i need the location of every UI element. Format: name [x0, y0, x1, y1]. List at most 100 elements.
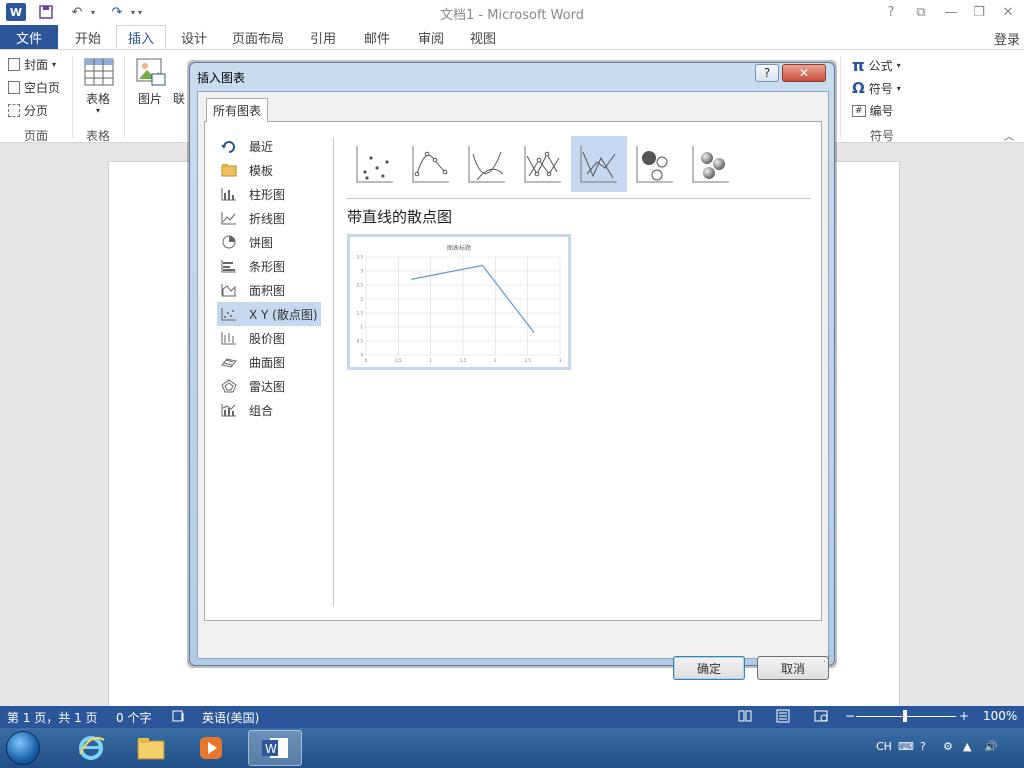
equation-button[interactable]: π 公式 ▾: [852, 56, 901, 75]
ie-icon[interactable]: [64, 730, 118, 766]
bubble-3d-icon: [692, 146, 729, 183]
omega-icon: Ω: [852, 79, 865, 97]
close-window-icon[interactable]: ✕: [997, 2, 1019, 22]
tab-layout[interactable]: 页面布局: [222, 25, 294, 49]
read-mode-icon[interactable]: [738, 709, 752, 726]
chart-type-label: X Y (散点图): [249, 307, 318, 322]
cover-page-icon: [8, 58, 20, 71]
blank-page-label: 空白页: [24, 81, 61, 95]
start-button[interactable]: [6, 731, 40, 765]
tab-insert[interactable]: 插入: [116, 25, 166, 50]
web-layout-icon[interactable]: [814, 709, 828, 726]
pie-chart-icon: [221, 235, 237, 249]
minimize-icon[interactable]: —: [940, 2, 962, 22]
cancel-button[interactable]: 取消: [757, 656, 829, 680]
combo-chart-icon: [221, 403, 237, 417]
show-hidden-icons-icon[interactable]: ▲: [963, 740, 971, 753]
chart-type-line[interactable]: 折线图: [217, 206, 321, 230]
preview-x-tick-label: 0: [365, 358, 368, 363]
page-count[interactable]: 第 1 页，共 1 页: [7, 709, 98, 726]
subtype-straight-lines[interactable]: [571, 136, 627, 192]
subtype-straight-lines-markers[interactable]: [515, 136, 571, 192]
chart-type-area[interactable]: 面积图: [217, 278, 321, 302]
chart-type-surface[interactable]: 曲面图: [217, 350, 321, 374]
tab-all-charts[interactable]: 所有图表: [206, 98, 268, 122]
chart-type-label: 组合: [249, 403, 274, 418]
tab-design[interactable]: 设计: [170, 25, 218, 49]
explorer-icon[interactable]: [124, 730, 178, 766]
list-divider: [333, 138, 334, 606]
zoom-in-button[interactable]: +: [959, 709, 969, 723]
chart-type-recent[interactable]: 最近: [217, 134, 321, 158]
settings-tray-icon[interactable]: ⚙: [943, 740, 953, 753]
chevron-down-icon: ▾: [52, 60, 57, 69]
cover-page-button[interactable]: 封面 ▾: [8, 56, 56, 73]
picture-icon[interactable]: [136, 58, 166, 86]
window-title: 文档1 - Microsoft Word: [440, 8, 584, 23]
line-chart-icon: [221, 211, 237, 225]
tab-references[interactable]: 引用: [298, 25, 348, 49]
keyboard-icon[interactable]: ⌨: [898, 740, 914, 753]
chart-type-templates[interactable]: 模板: [217, 158, 321, 182]
tab-file[interactable]: 文件: [0, 25, 58, 49]
zoom-out-button[interactable]: −: [845, 709, 855, 723]
chart-type-stock[interactable]: 股价图: [217, 326, 321, 350]
table-button[interactable]: 表格: [86, 90, 110, 107]
tab-panel: 最近 模板 柱形图 折线图 饼图 条形图 面积图 X Y (散点图) 股价图 曲…: [204, 121, 822, 621]
help-tray-icon[interactable]: ?: [920, 740, 926, 753]
ok-button[interactable]: 确定: [673, 656, 745, 680]
online-picture-button[interactable]: 联: [173, 90, 185, 107]
dialog-help-button[interactable]: ?: [755, 64, 779, 82]
zoom-level[interactable]: 100%: [983, 709, 1017, 723]
chart-type-bar[interactable]: 条形图: [217, 254, 321, 278]
restore-icon[interactable]: ❐: [968, 2, 990, 22]
tab-review[interactable]: 审阅: [406, 25, 456, 49]
pi-icon: π: [852, 56, 865, 75]
preview-x-tick-label: 2.5: [524, 358, 531, 363]
subtype-smooth-lines-markers[interactable]: [403, 136, 459, 192]
chart-preview[interactable]: 图表标题 0 0.5 1 1.5 2 2.5 3 3.5 0 0.5 1 1.5 2 2.5 3: [347, 234, 571, 370]
chart-type-radar[interactable]: 雷达图: [217, 374, 321, 398]
proofing-icon[interactable]: [172, 709, 186, 726]
zoom-slider-thumb[interactable]: [903, 710, 907, 722]
straight-line-markers-icon: [524, 146, 561, 183]
page-break-button[interactable]: 分页: [8, 102, 48, 119]
input-language[interactable]: CH: [876, 740, 892, 753]
scatter-chart-icon: [221, 307, 237, 321]
ribbon-display-icon[interactable]: ⧉: [910, 2, 932, 22]
subtype-smooth-lines[interactable]: [459, 136, 515, 192]
dialog-body: 所有图表 最近 模板 柱形图 折线图 饼图 条形图 面积图 X Y (散点图) …: [197, 91, 829, 680]
chart-type-label: 条形图: [249, 259, 286, 274]
blank-page-button[interactable]: 空白页: [8, 79, 60, 96]
subtype-3d-bubble[interactable]: [683, 136, 739, 192]
media-player-icon[interactable]: [184, 730, 238, 766]
number-label: 编号: [869, 104, 894, 118]
collapse-ribbon-icon[interactable]: ︿: [1004, 128, 1014, 143]
tab-mailings[interactable]: 邮件: [352, 25, 402, 49]
subtype-bubble[interactable]: [627, 136, 683, 192]
chart-type-scatter[interactable]: X Y (散点图): [217, 302, 321, 326]
chart-type-column[interactable]: 柱形图: [217, 182, 321, 206]
taskbar: W CH ⌨ ? ⚙ ▲ 🔊: [0, 728, 1024, 768]
symbol-button[interactable]: Ω 符号 ▾: [852, 79, 901, 97]
picture-button[interactable]: 图片: [138, 90, 162, 107]
word-icon[interactable]: W: [248, 730, 302, 766]
tab-home[interactable]: 开始: [62, 25, 114, 49]
chart-type-combo[interactable]: 组合: [217, 398, 321, 422]
word-count[interactable]: 0 个字: [116, 709, 151, 726]
help-icon[interactable]: ?: [880, 2, 902, 22]
language[interactable]: 英语(美国): [202, 709, 259, 726]
subtype-scatter[interactable]: [347, 136, 403, 192]
number-button[interactable]: # 编号: [852, 102, 894, 119]
resize-grip-icon[interactable]: ⋰: [823, 654, 831, 663]
table-icon[interactable]: [84, 58, 114, 86]
print-layout-icon[interactable]: [776, 709, 790, 726]
stock-chart-icon: [221, 331, 237, 345]
preview-chart-title: 图表标题: [447, 244, 471, 252]
chart-type-label: 雷达图: [249, 379, 286, 394]
chart-type-pie[interactable]: 饼图: [217, 230, 321, 254]
tab-view[interactable]: 视图: [458, 25, 508, 49]
login-link[interactable]: 登录: [994, 29, 1020, 48]
volume-icon[interactable]: 🔊: [984, 740, 998, 753]
dialog-close-button[interactable]: ✕: [782, 64, 826, 82]
